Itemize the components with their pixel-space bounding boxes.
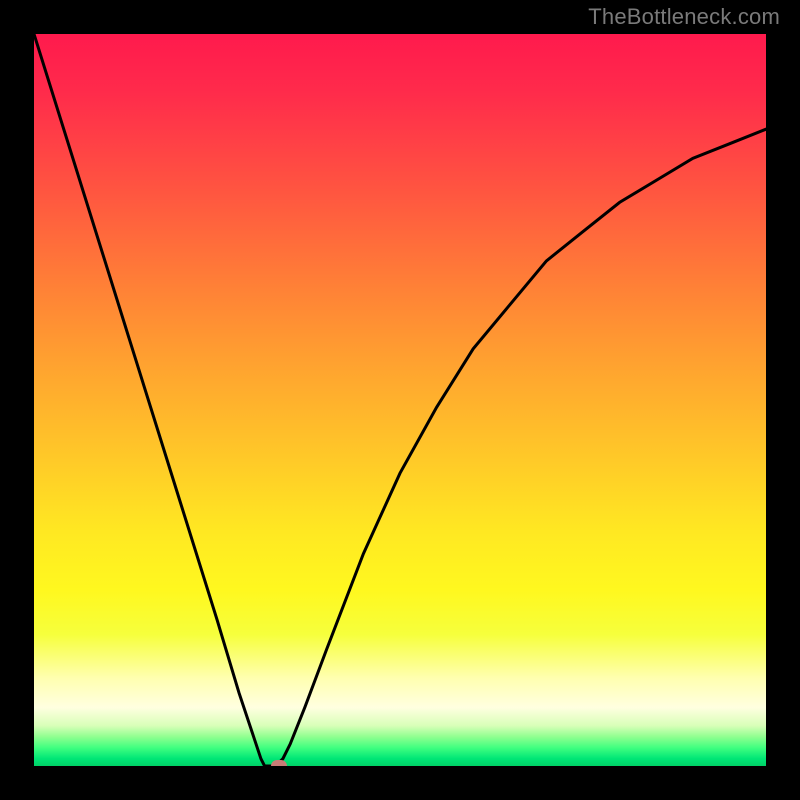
optimal-point-marker: [271, 760, 287, 766]
plot-area: [34, 34, 766, 766]
watermark-text: TheBottleneck.com: [588, 4, 780, 30]
bottleneck-curve-svg: [34, 34, 766, 766]
bottleneck-curve-path: [34, 34, 766, 766]
chart-frame: TheBottleneck.com: [0, 0, 800, 800]
